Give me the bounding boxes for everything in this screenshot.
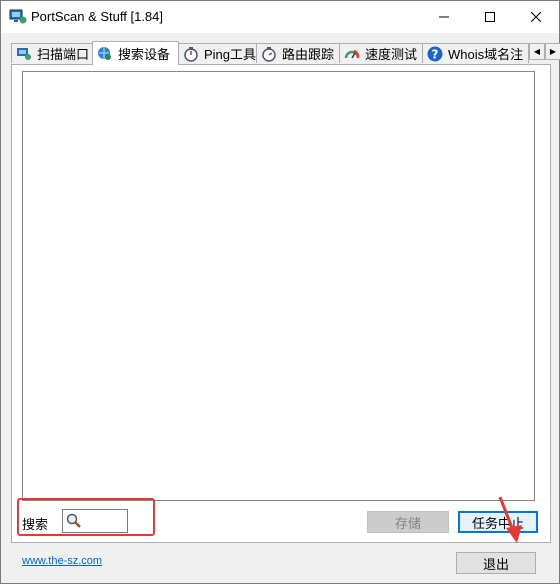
close-icon — [531, 12, 541, 22]
window-title: PortScan & Stuff [1.84] — [31, 9, 164, 24]
speedometer-icon — [344, 49, 360, 58]
minimize-button[interactable] — [421, 1, 467, 33]
website-link[interactable]: www.the-sz.com — [22, 555, 102, 567]
save-button[interactable]: 存储 — [367, 511, 449, 533]
tab-whois[interactable]: ? Whois域名注 — [422, 43, 529, 63]
search-field[interactable] — [62, 509, 128, 533]
help-icon: ? — [427, 46, 443, 61]
tab-scroll-arrows: ◀ ▶ — [529, 43, 560, 60]
exit-button[interactable]: 退出 — [456, 552, 536, 574]
tab-scroll-right-icon[interactable]: ▶ — [545, 43, 560, 60]
tab-label: 路由跟踪 — [282, 47, 335, 62]
tab-speed-test[interactable]: 速度测试 — [339, 43, 423, 63]
tab-scroll-left-icon[interactable]: ◀ — [529, 43, 545, 60]
tab-strip: 扫描端口 搜索设备 Ping工具 路由跟踪 速度测试 ? Whois域名注 ◀ … — [11, 41, 560, 65]
globe-search-icon — [98, 46, 111, 60]
maximize-icon — [485, 12, 495, 22]
app-window: PortScan & Stuff [1.84] 扫描端口 搜索设备 Ping工具… — [0, 0, 560, 584]
search-icon — [66, 513, 81, 528]
search-label: 搜索 — [22, 517, 49, 532]
tab-label: Ping工具 — [204, 47, 257, 62]
tab-scan-ports[interactable]: 扫描端口 — [11, 43, 93, 63]
stopwatch-icon — [184, 46, 198, 62]
tab-label: Whois域名注 — [448, 47, 524, 62]
tab-search-devices[interactable]: 搜索设备 — [92, 41, 179, 65]
maximize-button[interactable] — [467, 1, 513, 33]
network-monitor-icon — [17, 47, 31, 60]
tab-ping-tool[interactable]: Ping工具 — [178, 43, 257, 63]
app-network-icon — [9, 9, 27, 24]
stopwatch-icon — [262, 46, 276, 62]
tab-label: 搜索设备 — [118, 47, 171, 62]
search-devices-panel: 搜索 存储 任务中止 — [11, 64, 551, 543]
close-button[interactable] — [513, 1, 559, 33]
red-arrow-annotation — [498, 496, 522, 543]
title-bar[interactable]: PortScan & Stuff [1.84] — [1, 1, 559, 33]
search-input[interactable] — [85, 512, 125, 530]
tab-label: 扫描端口 — [37, 47, 90, 62]
tab-label: 速度测试 — [365, 47, 418, 62]
tab-traceroute[interactable]: 路由跟踪 — [256, 43, 340, 63]
svg-text:?: ? — [432, 47, 439, 61]
results-list[interactable] — [22, 71, 535, 501]
minimize-icon — [439, 16, 449, 18]
